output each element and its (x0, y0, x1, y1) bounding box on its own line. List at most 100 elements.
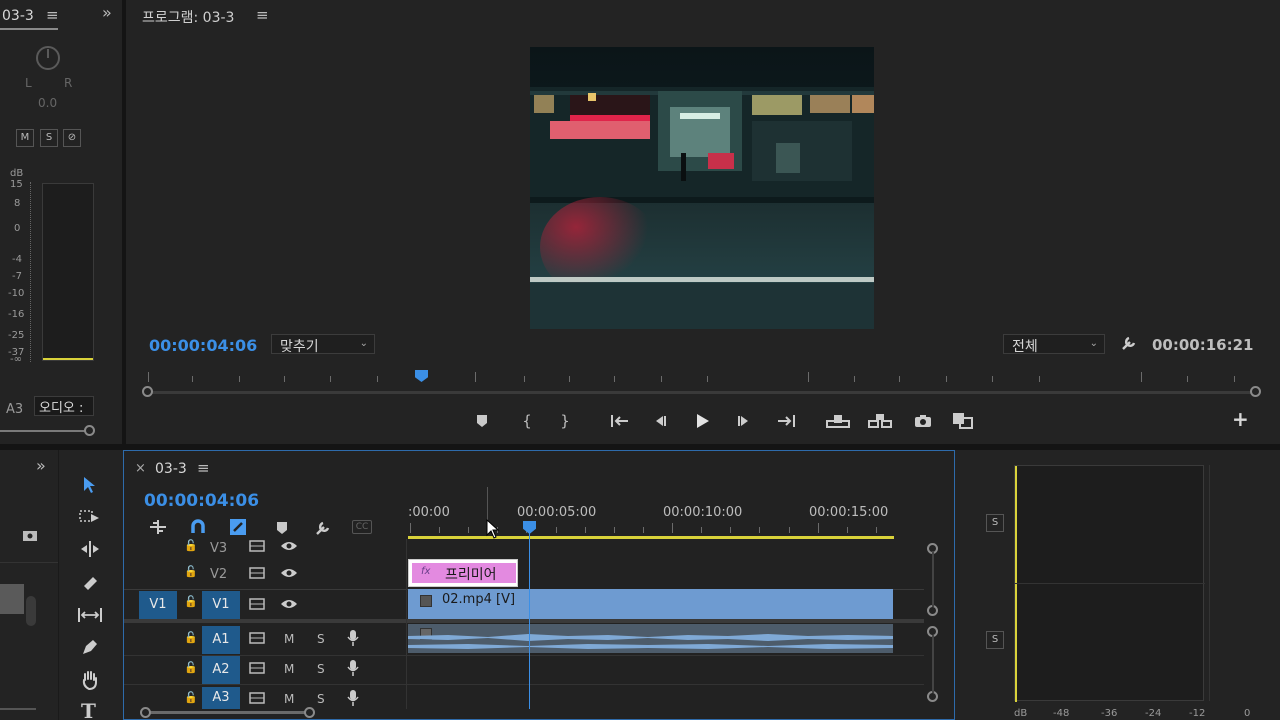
program-playhead[interactable] (415, 370, 428, 382)
zoom-fit-dropdown[interactable]: 맞추기 ⌄ (271, 334, 375, 355)
horizontal-scrollbar[interactable] (0, 430, 94, 432)
panel-expand-icon[interactable]: » (36, 456, 46, 475)
ripple-edit-icon[interactable] (79, 540, 101, 558)
time-ruler-label: 00:00:05:00 (517, 505, 597, 520)
sync-lock-icon[interactable] (249, 566, 265, 580)
sync-lock-icon[interactable] (249, 539, 265, 553)
pan-knob[interactable] (36, 46, 60, 70)
timeline-playhead-timecode[interactable]: 00:00:04:06 (144, 491, 259, 511)
go-to-out-icon[interactable] (776, 413, 796, 432)
mark-out-icon[interactable]: } (558, 414, 572, 429)
scroll-end-handle[interactable] (304, 707, 315, 718)
solo-right-button[interactable]: S (986, 631, 1004, 649)
playback-resolution-dropdown[interactable]: 전체 ⌄ (1003, 334, 1105, 355)
time-ruler[interactable] (408, 521, 894, 535)
play-icon[interactable] (694, 413, 712, 432)
mute-track-button[interactable]: M (284, 692, 294, 706)
video-clip[interactable]: 02.mp4 [V] (408, 589, 893, 619)
work-area-bar[interactable] (408, 536, 894, 539)
go-to-in-icon[interactable] (610, 413, 630, 432)
solo-track-button[interactable]: S (317, 632, 325, 646)
sync-lock-icon[interactable] (249, 597, 265, 611)
snap-magnet-icon[interactable] (190, 519, 206, 535)
sync-lock-icon[interactable] (249, 661, 265, 675)
close-icon[interactable]: × (135, 461, 146, 476)
record-enable-button[interactable]: ⊘ (63, 129, 81, 147)
lock-icon[interactable]: 🔓 (184, 631, 198, 644)
audio-mixer-tab-title[interactable]: 03-3 (2, 8, 34, 24)
nest-icon[interactable] (148, 519, 168, 535)
wrench-icon[interactable] (1120, 334, 1138, 352)
eye-icon[interactable] (280, 566, 298, 580)
add-button[interactable]: + (1232, 409, 1249, 429)
project-item-thumbnail[interactable] (0, 584, 24, 614)
track-target-a3[interactable]: A3 (202, 687, 240, 709)
slip-tool-icon[interactable] (77, 606, 103, 624)
volume-fader-track[interactable] (30, 182, 34, 362)
panel-menu-icon[interactable]: ≡ (46, 6, 59, 24)
step-back-icon[interactable] (652, 414, 668, 431)
timeline-tab-title[interactable]: 03-3 (155, 461, 187, 477)
microphone-icon[interactable] (346, 659, 360, 677)
lift-icon[interactable] (826, 413, 850, 432)
timeline-settings-wrench-icon[interactable] (314, 519, 332, 537)
comparison-view-icon[interactable] (952, 412, 974, 433)
mute-track-button[interactable]: M (284, 662, 294, 676)
program-monitor-title[interactable]: 프로그램: 03-3 (142, 7, 234, 27)
solo-track-button[interactable]: S (317, 662, 325, 676)
step-forward-icon[interactable] (736, 414, 752, 431)
track-target-v1[interactable]: V1 (202, 591, 240, 619)
microphone-icon[interactable] (346, 629, 360, 647)
program-playhead-timecode[interactable]: 00:00:04:06 (149, 336, 257, 355)
mute-button[interactable]: M (16, 129, 34, 147)
source-patch-v1[interactable]: V1 (139, 591, 177, 619)
linked-selection-icon[interactable] (229, 518, 247, 536)
captions-icon[interactable]: CC (352, 520, 372, 534)
project-scrollbar[interactable] (26, 596, 36, 626)
lock-icon[interactable]: 🔓 (184, 691, 198, 704)
selection-tool-icon[interactable] (81, 476, 99, 494)
channel-name-field[interactable]: 오디오 : (34, 396, 94, 416)
mark-in-icon[interactable]: { (520, 414, 534, 429)
track-target-a2[interactable]: A2 (202, 656, 240, 684)
track-select-forward-icon[interactable] (79, 508, 101, 526)
type-tool-icon[interactable]: T (81, 701, 99, 720)
lock-icon[interactable]: 🔓 (184, 595, 198, 608)
panel-menu-icon[interactable]: ≡ (256, 6, 269, 24)
add-marker-icon[interactable] (474, 414, 490, 431)
search-bin-icon[interactable] (22, 528, 38, 542)
solo-button[interactable]: S (40, 129, 58, 147)
audio-meters-panel: S S dB -48 -36 -24 -12 0 (955, 450, 1280, 720)
extract-icon[interactable] (868, 413, 892, 432)
mute-track-button[interactable]: M (284, 632, 294, 646)
timeline-horizontal-scrollbar[interactable] (146, 711, 312, 714)
pan-value[interactable]: 0.0 (38, 96, 57, 110)
title-clip[interactable]: fx 프리미어 (408, 559, 518, 587)
lock-icon[interactable]: 🔓 (184, 565, 198, 578)
program-scrubber[interactable] (142, 368, 1261, 398)
pen-tool-icon[interactable] (81, 638, 99, 656)
hand-tool-icon[interactable] (81, 670, 99, 691)
scrubber-end-handle[interactable] (1250, 386, 1261, 397)
audio-clip[interactable] (408, 624, 893, 653)
sync-lock-icon[interactable] (249, 691, 265, 705)
track-label-v3[interactable]: V3 (210, 541, 227, 556)
lock-icon[interactable]: 🔓 (184, 661, 198, 674)
track-target-a1[interactable]: A1 (202, 626, 240, 654)
eye-icon[interactable] (280, 597, 298, 611)
scrubber-start-handle[interactable] (142, 386, 153, 397)
solo-left-button[interactable]: S (986, 514, 1004, 532)
sync-lock-icon[interactable] (249, 631, 265, 645)
razor-tool-icon[interactable] (81, 574, 99, 592)
eye-icon[interactable] (280, 539, 298, 553)
scroll-handle[interactable] (84, 425, 95, 436)
lock-icon[interactable]: 🔓 (184, 539, 198, 552)
track-label-v2[interactable]: V2 (210, 567, 227, 582)
panel-expand-icon[interactable]: » (102, 3, 112, 22)
add-marker-icon[interactable] (276, 521, 288, 535)
scroll-start-handle[interactable] (140, 707, 151, 718)
camera-icon[interactable] (914, 414, 932, 431)
microphone-icon[interactable] (346, 689, 360, 707)
panel-menu-icon[interactable]: ≡ (197, 459, 210, 477)
solo-track-button[interactable]: S (317, 692, 325, 706)
